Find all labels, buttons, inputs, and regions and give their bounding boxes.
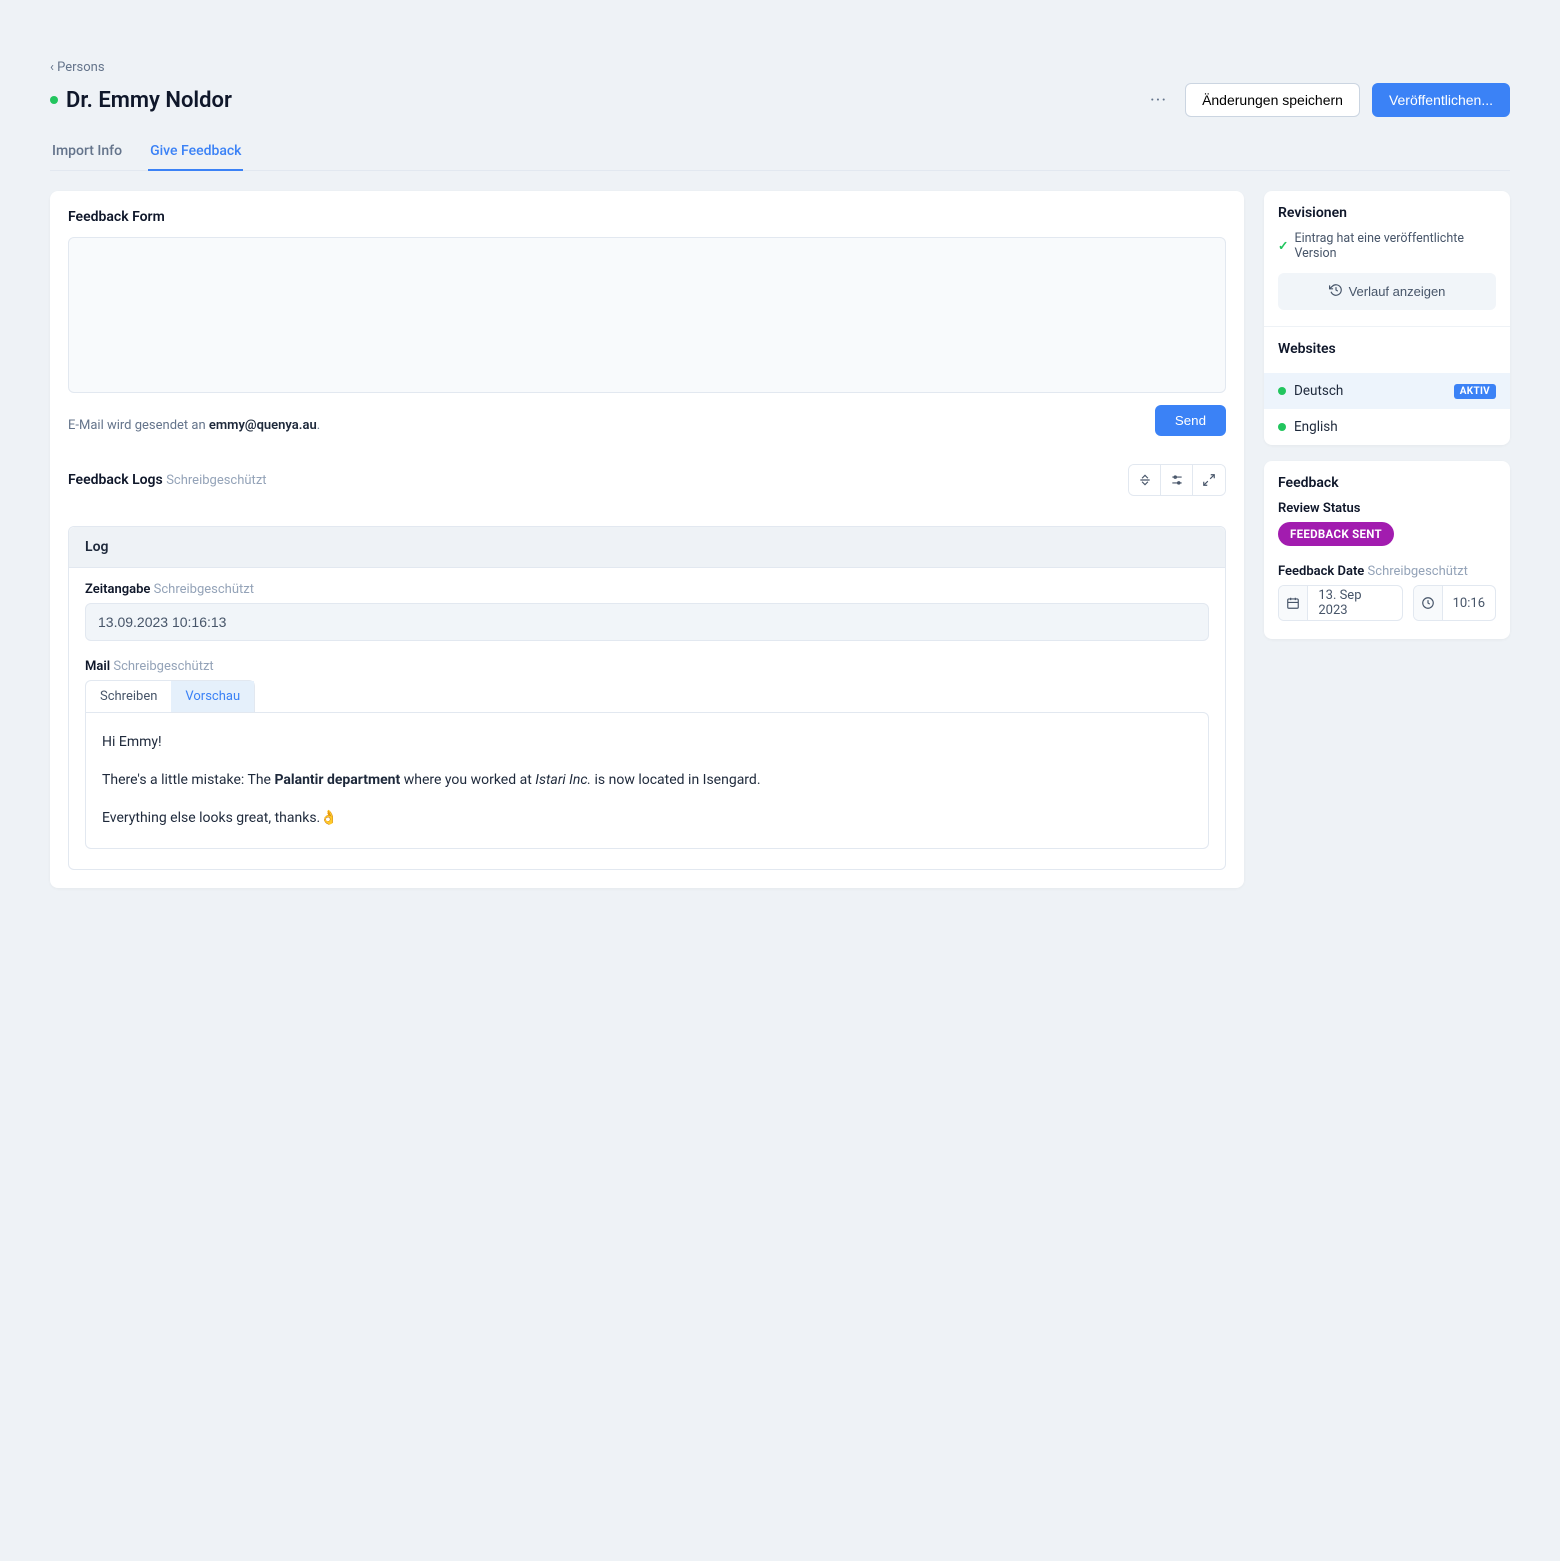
feedback-side-panel: Feedback Review Status FEEDBACK SENT Fee… bbox=[1264, 461, 1510, 639]
mail-label: Mail Schreibgeschützt bbox=[85, 659, 1209, 674]
mail-tab-write[interactable]: Schreiben bbox=[86, 681, 171, 712]
website-row-english[interactable]: English bbox=[1264, 409, 1510, 445]
send-button[interactable]: Send bbox=[1155, 405, 1226, 436]
clock-icon bbox=[1414, 586, 1442, 620]
calendar-icon bbox=[1279, 586, 1308, 620]
email-hint: E-Mail wird gesendet an emmy@quenya.au. bbox=[68, 418, 320, 433]
feedback-side-title: Feedback bbox=[1278, 475, 1496, 491]
breadcrumb[interactable]: Persons bbox=[50, 60, 1510, 75]
feedback-logs-title: Feedback Logs bbox=[68, 472, 163, 488]
mail-tabs: Schreiben Vorschau bbox=[85, 680, 255, 712]
review-status-label: Review Status bbox=[1278, 501, 1496, 516]
mail-preview: Hi Emmy! There's a little mistake: The P… bbox=[85, 712, 1209, 849]
feedback-time-field[interactable]: 10:16 bbox=[1413, 585, 1496, 621]
expand-icon[interactable] bbox=[1193, 465, 1225, 495]
page-title: Dr. Emmy Noldor bbox=[66, 88, 232, 113]
status-dot-icon bbox=[1278, 387, 1286, 395]
page-header: Dr. Emmy Noldor ··· Änderungen speichern… bbox=[50, 83, 1510, 117]
website-row-deutsch[interactable]: Deutsch AKTIV bbox=[1264, 373, 1510, 409]
feedback-form-panel: Feedback Form E-Mail wird gesendet an em… bbox=[50, 191, 1244, 888]
show-history-button[interactable]: Verlauf anzeigen bbox=[1278, 273, 1496, 310]
check-icon: ✓ bbox=[1278, 238, 1288, 254]
revisions-title: Revisionen bbox=[1278, 205, 1496, 221]
review-status-badge: FEEDBACK SENT bbox=[1278, 522, 1394, 546]
status-dot-icon bbox=[1278, 423, 1286, 431]
feedback-date-field[interactable]: 13. Sep 2023 bbox=[1278, 585, 1403, 621]
mail-tab-preview[interactable]: Vorschau bbox=[171, 681, 254, 712]
feedback-form-title: Feedback Form bbox=[68, 209, 1226, 225]
collapse-icon[interactable] bbox=[1129, 465, 1161, 495]
feedback-textarea[interactable] bbox=[68, 237, 1226, 393]
timestamp-input bbox=[85, 603, 1209, 641]
tabs: Import Info Give Feedback bbox=[50, 133, 1510, 171]
log-card-header: Log bbox=[69, 527, 1225, 568]
feedback-logs-readonly: Schreibgeschützt bbox=[166, 473, 266, 488]
log-card: Log Zeitangabe Schreibgeschützt Mail Sch… bbox=[68, 526, 1226, 870]
revision-status-text: Eintrag hat eine veröffentlichte Version bbox=[1294, 231, 1496, 261]
feedback-time-value: 10:16 bbox=[1443, 586, 1495, 620]
active-badge: AKTIV bbox=[1454, 384, 1496, 399]
logs-toolbar bbox=[1128, 464, 1226, 496]
save-button[interactable]: Änderungen speichern bbox=[1185, 83, 1360, 117]
feedback-date-value: 13. Sep 2023 bbox=[1308, 586, 1402, 620]
websites-title: Websites bbox=[1278, 341, 1496, 357]
feedback-date-label: Feedback Date Schreibgeschützt bbox=[1278, 564, 1496, 579]
status-dot-icon bbox=[50, 96, 58, 104]
publish-button[interactable]: Veröffentlichen... bbox=[1372, 83, 1510, 117]
tab-give-feedback[interactable]: Give Feedback bbox=[148, 133, 243, 171]
more-actions-button[interactable]: ··· bbox=[1144, 86, 1173, 115]
timestamp-label: Zeitangabe Schreibgeschützt bbox=[85, 582, 1209, 597]
tab-import-info[interactable]: Import Info bbox=[50, 133, 124, 171]
settings-sliders-icon[interactable] bbox=[1161, 465, 1193, 495]
history-icon bbox=[1329, 283, 1343, 300]
revisions-panel: Revisionen ✓ Eintrag hat eine veröffentl… bbox=[1264, 191, 1510, 445]
